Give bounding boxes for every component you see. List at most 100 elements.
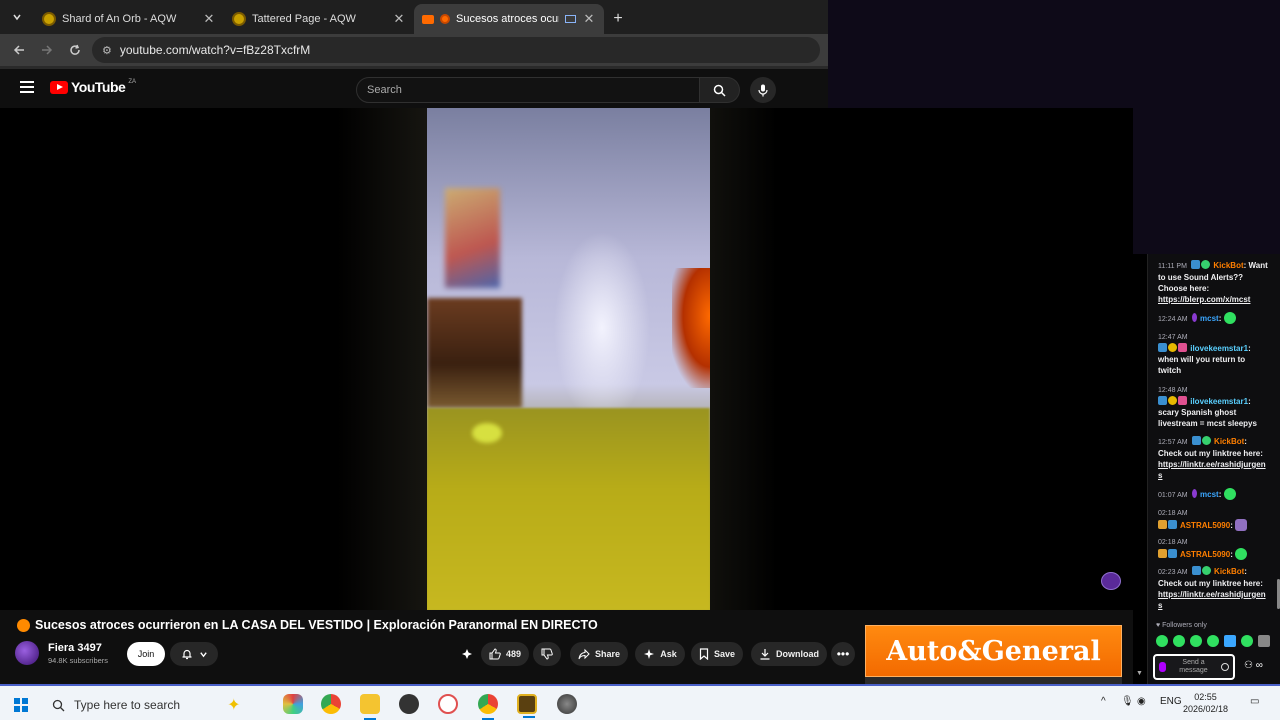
copilot-icon[interactable] — [283, 694, 303, 714]
emote-icon[interactable] — [1173, 635, 1185, 647]
search-input[interactable]: Search — [356, 77, 700, 103]
video-player[interactable] — [5, 108, 1133, 610]
message-time: 11:11 PM — [1158, 263, 1187, 270]
country-code: ZA — [128, 79, 136, 85]
chevron-down-icon[interactable]: ▼ — [1136, 670, 1143, 677]
close-icon[interactable]: ✕ — [202, 11, 216, 27]
notification-icon[interactable]: ▭ — [1250, 696, 1259, 707]
taskbar-search[interactable]: Type here to search ✦ — [42, 692, 262, 718]
close-icon[interactable]: ✕ — [392, 11, 406, 27]
chat-message: 01:07 AM mcst: — [1158, 488, 1270, 501]
chat-username[interactable]: KickBot — [1214, 437, 1244, 446]
download-button[interactable]: Download — [751, 642, 827, 666]
download-icon — [760, 649, 770, 660]
share-label: Share — [594, 649, 620, 659]
chat-username[interactable]: mcst — [1200, 490, 1219, 499]
language-indicator[interactable]: ENG — [1160, 696, 1182, 707]
infinity-icon[interactable]: ∞ — [1256, 660, 1263, 671]
message-time: 12:24 AM — [1158, 316, 1188, 323]
dislike-button[interactable] — [533, 642, 561, 666]
snipping-tool-icon[interactable] — [438, 694, 458, 714]
chat-username[interactable]: ilovekeemstar1 — [1190, 344, 1248, 353]
like-button[interactable]: 489 — [481, 642, 529, 666]
emoji-icon[interactable] — [1221, 663, 1229, 671]
site-info-icon[interactable]: ⚙ — [102, 44, 112, 57]
ask-button[interactable]: Ask — [635, 642, 685, 666]
join-button[interactable]: Join — [127, 642, 165, 666]
crown-badge-icon — [1158, 520, 1167, 529]
verified-badge-icon — [1201, 436, 1211, 445]
video-title: Sucesos atroces ocurrieron en LA CASA DE… — [35, 618, 598, 632]
subscribe-notifications-button[interactable] — [170, 642, 218, 666]
file-explorer-icon[interactable] — [360, 694, 380, 720]
heart-icon: ♥ — [1156, 622, 1161, 629]
browser-tab[interactable]: Shard of An Orb - AQW ✕ — [34, 4, 224, 34]
video-frame-detail — [445, 188, 500, 288]
chat-message: 12:47 AM ilovekeemstar1: when will you r… — [1158, 331, 1270, 376]
message-link[interactable]: https://blerp.com/x/mcst — [1158, 295, 1250, 304]
more-actions-button[interactable]: ••• — [831, 642, 855, 666]
chat-settings-icons[interactable]: ⚇ ∞ — [1244, 660, 1263, 671]
reload-button[interactable] — [64, 39, 86, 61]
menu-icon[interactable] — [20, 81, 34, 93]
chat-scrollbar[interactable] — [1275, 254, 1280, 624]
browser-tab-active[interactable]: Sucesos atroces ocurrie ✕ — [414, 4, 604, 34]
more-horizontal-icon: ••• — [836, 647, 850, 661]
chevron-up-icon[interactable]: ^ — [1101, 696, 1106, 707]
share-icon — [578, 648, 590, 660]
like-count: 489 — [505, 649, 522, 659]
emote-icon[interactable] — [1224, 635, 1236, 647]
youtube-play-icon — [50, 80, 68, 94]
tab-search-button[interactable] — [0, 0, 34, 34]
chrome-icon[interactable] — [478, 694, 498, 720]
arrow-right-icon — [42, 45, 53, 55]
chat-username[interactable]: mcst — [1200, 314, 1219, 323]
obs-icon[interactable] — [399, 694, 419, 714]
search-button[interactable] — [700, 77, 740, 103]
share-nodes-icon[interactable]: ⚇ — [1244, 660, 1253, 671]
address-bar[interactable]: ⚙ youtube.com/watch?v=fBz28TxcfrM — [92, 37, 820, 63]
sponsor-banner[interactable]: Auto&General — [865, 625, 1122, 677]
back-button[interactable] — [8, 39, 30, 61]
windows-taskbar: Type here to search ✦ ^ 🎙 ◉ ENG 02:55 20… — [0, 684, 1280, 720]
chat-message-input[interactable]: Send a message — [1153, 654, 1235, 680]
emote-icon[interactable] — [1190, 635, 1202, 647]
tab-title: Sucesos atroces ocurrie — [456, 13, 559, 25]
channel-avatar[interactable] — [15, 641, 39, 665]
channel-name[interactable]: Fiera 3497 — [48, 642, 102, 654]
chat-username[interactable]: KickBot — [1214, 567, 1244, 576]
chat-username[interactable]: ASTRAL5090 — [1180, 521, 1230, 530]
picture-in-picture-icon[interactable] — [565, 15, 576, 23]
taskbar-clock[interactable]: 02:55 2026/02/18 — [1183, 691, 1228, 715]
clock-time: 02:55 — [1194, 692, 1217, 702]
chat-username[interactable]: KickBot — [1213, 261, 1243, 270]
share-button[interactable]: Share — [570, 642, 628, 666]
chat-username[interactable]: ASTRAL5090 — [1180, 550, 1230, 559]
plus-icon: + — [613, 10, 623, 27]
emote-icon[interactable] — [1241, 635, 1253, 647]
aqw-icon[interactable] — [517, 694, 537, 718]
channel-watermark-icon[interactable] — [1101, 572, 1121, 590]
message-link[interactable]: https://linktr.ee/rashidjurgens — [1158, 590, 1266, 610]
voice-search-button[interactable] — [750, 77, 776, 103]
game-launcher-icon[interactable] — [557, 694, 577, 714]
chat-username[interactable]: ilovekeemstar1 — [1190, 397, 1248, 406]
windows-start-icon[interactable] — [14, 698, 28, 712]
new-tab-button[interactable]: + — [604, 4, 632, 34]
forward-button[interactable] — [36, 39, 58, 61]
network-icon[interactable]: ◉ — [1137, 696, 1146, 707]
chevron-down-icon — [199, 651, 207, 657]
close-icon[interactable]: ✕ — [582, 11, 596, 27]
ask-label: Ask — [660, 649, 677, 659]
chat-message: 02:18 AM ASTRAL5090: — [1158, 536, 1270, 560]
microphone-icon[interactable]: 🎙 — [1121, 696, 1134, 707]
emote-icon[interactable] — [1207, 635, 1219, 647]
browser-tab[interactable]: Tattered Page - AQW ✕ — [224, 4, 414, 34]
chrome-icon[interactable] — [321, 694, 341, 714]
save-button[interactable]: Save — [691, 642, 743, 666]
message-link[interactable]: https://linktr.ee/rashidjurgens — [1158, 460, 1266, 480]
emote-icon[interactable] — [1156, 635, 1168, 647]
emote-icon[interactable] — [1258, 635, 1270, 647]
clip-button[interactable] — [455, 642, 479, 666]
youtube-logo[interactable]: YouTube ZA — [50, 79, 136, 95]
